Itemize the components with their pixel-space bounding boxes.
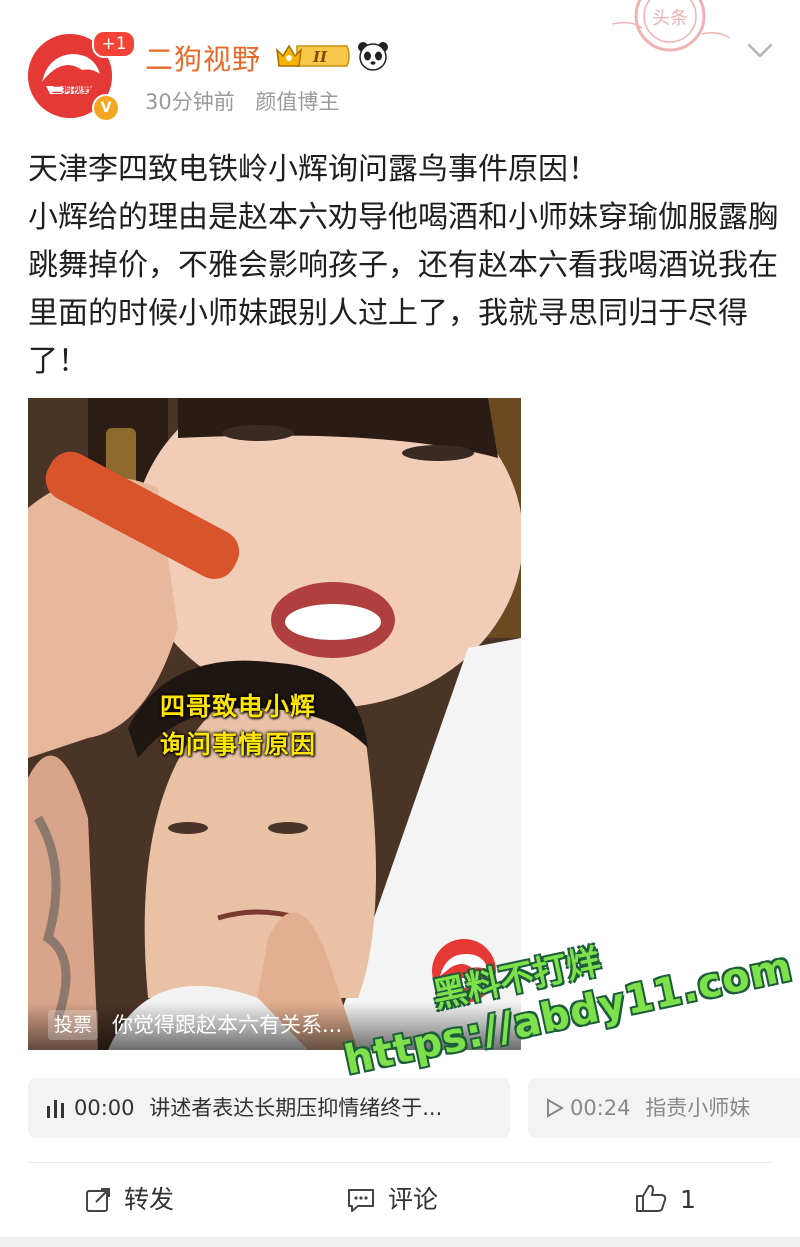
audio-time: 00:00 [74, 1096, 135, 1120]
verified-icon: V [92, 94, 120, 122]
post-time: 30分钟前 [145, 90, 235, 114]
audio-title: 指责小师妹 [645, 1096, 751, 1120]
audio-title: 讲述者表达长期压抑情绪终于... [149, 1096, 443, 1120]
chevron-down-icon[interactable] [746, 42, 774, 60]
notification-badge: +1 [92, 30, 136, 58]
post-text-line: 小辉给的理由是赵本六劝导他喝酒和小师妹穿瑜伽服露胸跳舞掉价，不雅会影响孩子，还有… [28, 200, 778, 379]
post-meta: 30分钟前 颜值博主 [145, 86, 353, 116]
play-icon [547, 1098, 564, 1118]
post-header: 二狗视野 +1 V 二狗视野 II 30分钟前 颜值博主 头条 [0, 0, 800, 130]
like-count: 1 [680, 1185, 696, 1214]
divider [28, 1162, 772, 1163]
share-label: 转发 [124, 1185, 175, 1214]
poll-question[interactable]: 你觉得跟赵本六有关系... [112, 1010, 342, 1040]
svg-text:二狗视野: 二狗视野 [52, 83, 92, 96]
vip-crown-icon: II [275, 44, 350, 67]
comment-button[interactable]: 评论 [346, 1175, 438, 1225]
share-button[interactable]: 转发 [84, 1175, 174, 1225]
thumbs-up-icon [636, 1184, 667, 1212]
video-caption-line: 询问事情原因 [160, 730, 317, 759]
post-body: 天津李四致电铁岭小辉询问露鸟事件原因！ 小辉给的理由是赵本六劝导他喝酒和小师妹穿… [28, 146, 778, 386]
video-caption-line: 四哥致电小辉 [160, 692, 317, 721]
comment-icon [348, 1189, 374, 1212]
panda-icon [358, 42, 388, 71]
author-category: 颜值博主 [255, 90, 340, 114]
audio-time: 00:24 [570, 1096, 631, 1120]
audio-segment[interactable]: 00:24 指责小师妹 [528, 1078, 800, 1138]
audio-bars-icon [47, 1100, 64, 1118]
post-text-line: 天津李四致电铁岭小辉询问露鸟事件原因！ [28, 152, 598, 187]
video-caption: 四哥致电小辉 询问事情原因 [160, 688, 316, 764]
svg-text:II: II [312, 48, 328, 66]
share-icon [86, 1188, 110, 1212]
comment-label: 评论 [388, 1185, 439, 1214]
username[interactable]: 二狗视野 [145, 38, 261, 78]
like-button[interactable]: 1 [634, 1175, 696, 1225]
headline-stamp-icon: 头条 [612, 0, 730, 52]
audio-segment[interactable]: 00:00 讲述者表达长期压抑情绪终于... [28, 1078, 510, 1138]
poll-tag: 投票 [48, 1010, 99, 1040]
bottom-separator [0, 1237, 800, 1247]
svg-text:头条: 头条 [652, 8, 688, 29]
